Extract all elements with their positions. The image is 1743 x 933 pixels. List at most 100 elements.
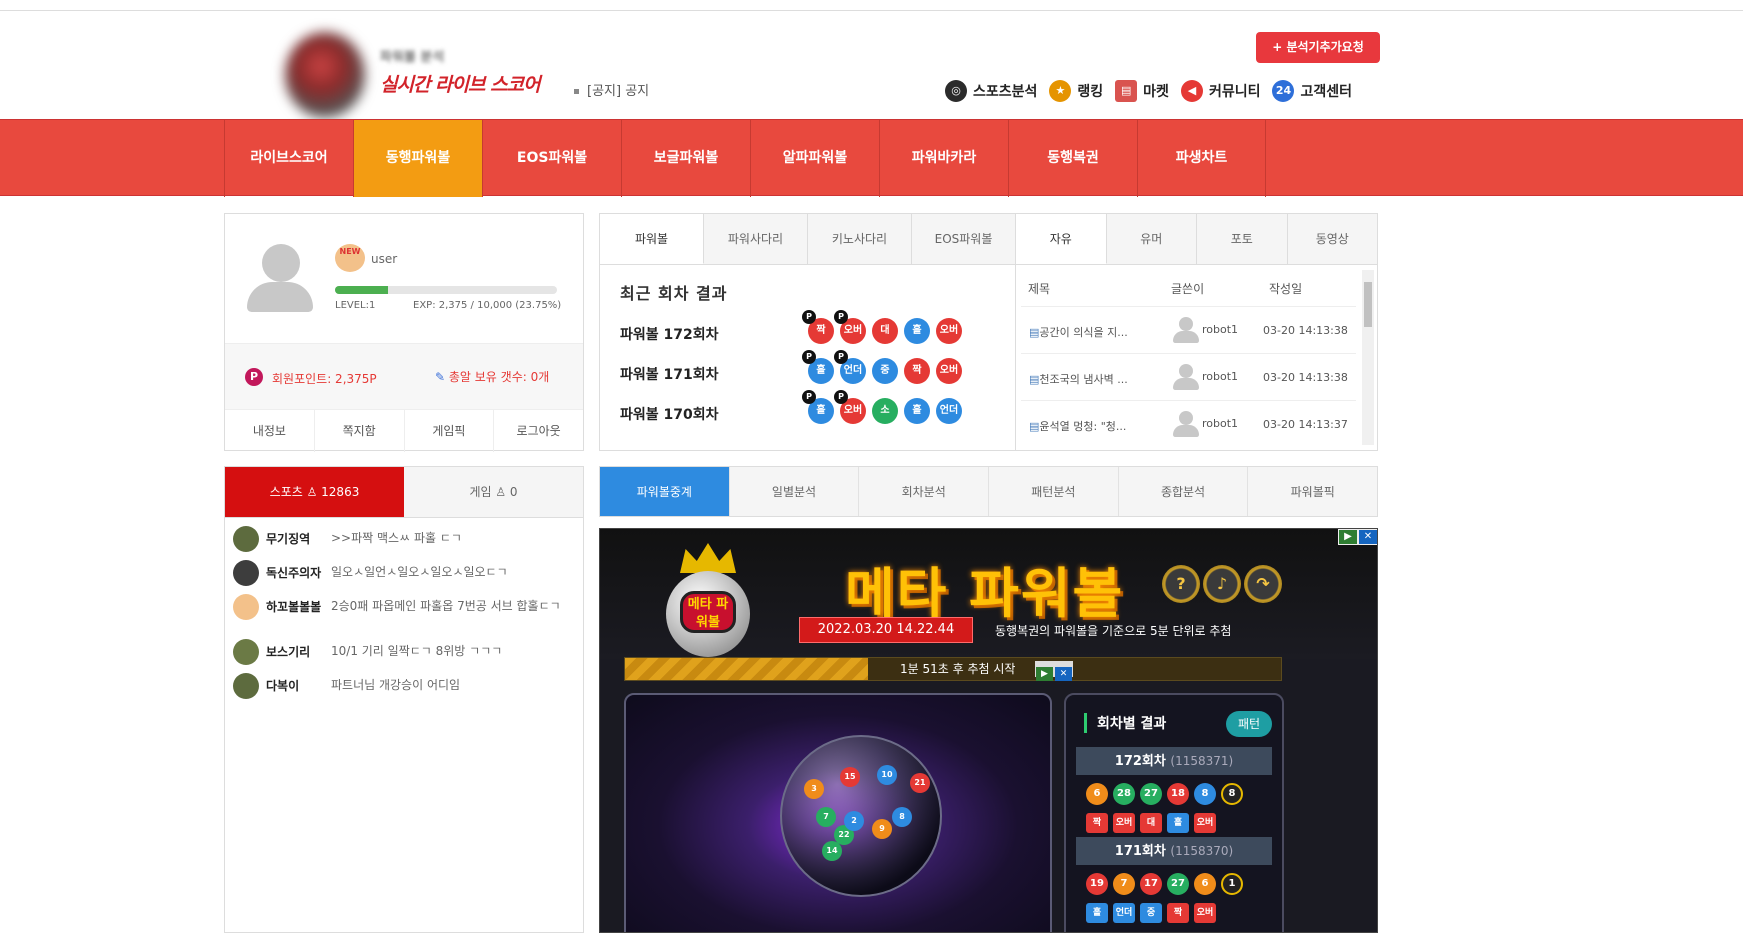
menu-item[interactable]: 보글파워볼 bbox=[621, 120, 750, 197]
chat-username[interactable]: 무기징역 bbox=[266, 530, 310, 547]
result-tag: 오버 bbox=[1194, 813, 1216, 833]
result-tag: 오버 bbox=[1194, 903, 1216, 923]
messages-button[interactable]: 쪽지함 bbox=[315, 410, 405, 452]
logout-button[interactable]: 로그아웃 bbox=[494, 410, 583, 452]
number-ball: 28 bbox=[1113, 783, 1135, 805]
powerball-marker-icon: P bbox=[834, 310, 848, 324]
menu-item[interactable]: 파워바카라 bbox=[879, 120, 1008, 197]
timer-ad-controls: ▶ ✕ bbox=[1035, 661, 1073, 681]
nav-label: 커뮤니티 bbox=[1208, 84, 1261, 100]
post-title[interactable]: ▤공간이 의식을 지... bbox=[1029, 324, 1128, 340]
tab-free[interactable]: 자유 bbox=[1016, 214, 1107, 264]
board-scrollbar[interactable] bbox=[1362, 270, 1374, 445]
analysis-tab[interactable]: 종합분석 bbox=[1119, 467, 1249, 516]
post-writer: robot1 bbox=[1202, 417, 1239, 430]
analysis-tab[interactable]: 일별분석 bbox=[730, 467, 860, 516]
play-icon[interactable]: ▶ bbox=[1036, 667, 1053, 681]
point-icon: P bbox=[245, 368, 263, 386]
play-icon[interactable]: ▶ bbox=[1339, 530, 1357, 544]
logo-mascot-image bbox=[285, 32, 365, 118]
share-icon[interactable]: ↷ bbox=[1244, 565, 1282, 603]
round-result: 172회차 (1158371) 6 28 27 18 8 8 짝 오버 대 홀 오버 bbox=[1076, 747, 1272, 837]
nav-market[interactable]: ▤ 마켓 bbox=[1115, 80, 1169, 102]
document-icon: ▤ bbox=[1029, 420, 1040, 433]
bullet-count-text: 총알 보유 갯수: 0개 bbox=[448, 370, 550, 384]
tab-powerball[interactable]: 파워볼 bbox=[600, 214, 704, 264]
round-results-title: 회차별 결과 bbox=[1084, 713, 1166, 733]
user-points-row: P 회원포인트: 2,375P ✎ 총알 보유 갯수: 0개 bbox=[225, 344, 583, 410]
menu-item[interactable]: 라이브스코어 bbox=[224, 120, 353, 197]
menu-item[interactable]: EOS파워볼 bbox=[482, 120, 621, 197]
chat-username[interactable]: 다복이 bbox=[266, 677, 299, 694]
board-row[interactable]: ▤천조국의 냄사벽 ... robot1 03-20 14:13:38 bbox=[1021, 353, 1356, 399]
nav-label: 마켓 bbox=[1143, 84, 1169, 100]
result-ball: 중 bbox=[872, 358, 898, 384]
result-ball-text: 짝 bbox=[912, 365, 922, 376]
request-analyzer-button[interactable]: + 분석기추가요청 bbox=[1256, 32, 1380, 63]
post-title[interactable]: ▤윤석열 멍청: "청... bbox=[1029, 418, 1126, 434]
powerball-marker-icon: P bbox=[802, 350, 816, 364]
sphere-ball: 8 bbox=[892, 807, 912, 827]
chat-tabs: 스포츠 ♙ 12863 게임 ♙ 0 bbox=[225, 467, 583, 518]
site-logo[interactable]: 파워볼 분석 실시간 라이브 스코어 bbox=[275, 28, 555, 118]
my-info-button[interactable]: 내정보 bbox=[225, 410, 315, 452]
round-numbers: 19 7 17 27 6 1 bbox=[1076, 865, 1272, 899]
nav-community[interactable]: ◀ 커뮤니티 bbox=[1180, 80, 1261, 102]
help-icon[interactable]: ? bbox=[1162, 565, 1200, 603]
tab-eos-powerball[interactable]: EOS파워볼 bbox=[912, 214, 1015, 264]
result-tag: 홀 bbox=[1086, 903, 1108, 923]
analysis-tab[interactable]: 파워볼중계 bbox=[600, 467, 730, 516]
tab-humor[interactable]: 유머 bbox=[1107, 214, 1197, 264]
chat-username[interactable]: 보스기리 bbox=[266, 643, 310, 660]
analysis-tab[interactable]: 회차분석 bbox=[859, 467, 990, 516]
analysis-tabs: 파워볼중계 일별분석 회차분석 패턴분석 종합분석 파워볼픽 bbox=[599, 466, 1378, 517]
chat-username[interactable]: 독신주의자 bbox=[266, 564, 321, 581]
post-title-text: 공간이 의식을 지... bbox=[1039, 326, 1128, 339]
result-tag: 중 bbox=[1140, 903, 1162, 923]
result-ball-text: 중 bbox=[880, 365, 890, 376]
analysis-tab[interactable]: 파워볼픽 bbox=[1248, 467, 1377, 516]
menu-item[interactable]: 알파파워볼 bbox=[750, 120, 879, 197]
chat-username[interactable]: 하꼬볼볼볼 bbox=[266, 598, 321, 615]
result-ball: 홀 bbox=[904, 318, 930, 344]
notice-link[interactable]: [공지] 공지 bbox=[574, 80, 649, 99]
result-ball-text: 홀 bbox=[912, 405, 922, 416]
number-ball: 1 bbox=[1221, 873, 1243, 895]
close-icon[interactable]: ✕ bbox=[1055, 667, 1072, 681]
tab-video[interactable]: 동영상 bbox=[1288, 214, 1378, 264]
post-writer: robot1 bbox=[1202, 323, 1239, 336]
board-row[interactable]: ▤윤석열 멍청: "청... robot1 03-20 14:13:37 bbox=[1021, 400, 1356, 446]
tab-sports-chat[interactable]: 스포츠 ♙ 12863 bbox=[225, 467, 404, 517]
close-icon[interactable]: ✕ bbox=[1359, 530, 1377, 544]
powerball-marker-icon: P bbox=[834, 350, 848, 364]
analysis-tab[interactable]: 패턴분석 bbox=[989, 467, 1119, 516]
nav-ranking[interactable]: ★ 랭킹 bbox=[1049, 80, 1103, 102]
pen-icon: ✎ bbox=[435, 370, 449, 384]
result-ball-text: 오버 bbox=[843, 325, 863, 336]
user-rank-icon bbox=[233, 526, 259, 552]
menu-item[interactable]: 동행파워볼 bbox=[353, 120, 482, 197]
pattern-button[interactable]: 패턴 bbox=[1226, 711, 1272, 737]
chat-text: 일오ㅅ일언ㅅ일오ㅅ일오ㅅ일오ㄷㄱ bbox=[331, 565, 508, 579]
tab-keno-ladder[interactable]: 키노사다리 bbox=[808, 214, 912, 264]
scrollbar-thumb[interactable] bbox=[1364, 282, 1372, 327]
game-pick-button[interactable]: 게임픽 bbox=[405, 410, 495, 452]
menu-item[interactable]: 동행복권 bbox=[1008, 120, 1137, 197]
post-title[interactable]: ▤천조국의 냄사벽 ... bbox=[1029, 371, 1128, 387]
board-row[interactable]: ▤공간이 의식을 지... robot1 03-20 14:13:38 bbox=[1021, 306, 1356, 352]
tab-game-chat[interactable]: 게임 ♙ 0 bbox=[404, 467, 583, 517]
result-ball: 오버 bbox=[936, 318, 962, 344]
result-ball: 언더 P bbox=[834, 350, 866, 384]
megaphone-icon: ◀ bbox=[1180, 80, 1203, 102]
tab-photo[interactable]: 포토 bbox=[1197, 214, 1288, 264]
result-balls: 홀 P 언더 P 중 짝 오버 bbox=[802, 350, 962, 384]
result-balls: 짝 P 오버 P 대 홀 오버 bbox=[802, 310, 962, 344]
result-row-label: 파워볼 170회차 bbox=[620, 407, 719, 423]
result-row-label: 파워볼 172회차 bbox=[620, 327, 719, 343]
tab-power-ladder[interactable]: 파워사다리 bbox=[704, 214, 808, 264]
nav-sports-analysis[interactable]: ◎ 스포츠분석 bbox=[945, 80, 1037, 102]
nav-support[interactable]: 24 고객센터 bbox=[1272, 80, 1352, 102]
menu-item[interactable]: 파생차트 bbox=[1137, 120, 1266, 197]
sound-icon[interactable]: ♪ bbox=[1203, 565, 1241, 603]
shop-icon: ▤ bbox=[1115, 80, 1138, 102]
